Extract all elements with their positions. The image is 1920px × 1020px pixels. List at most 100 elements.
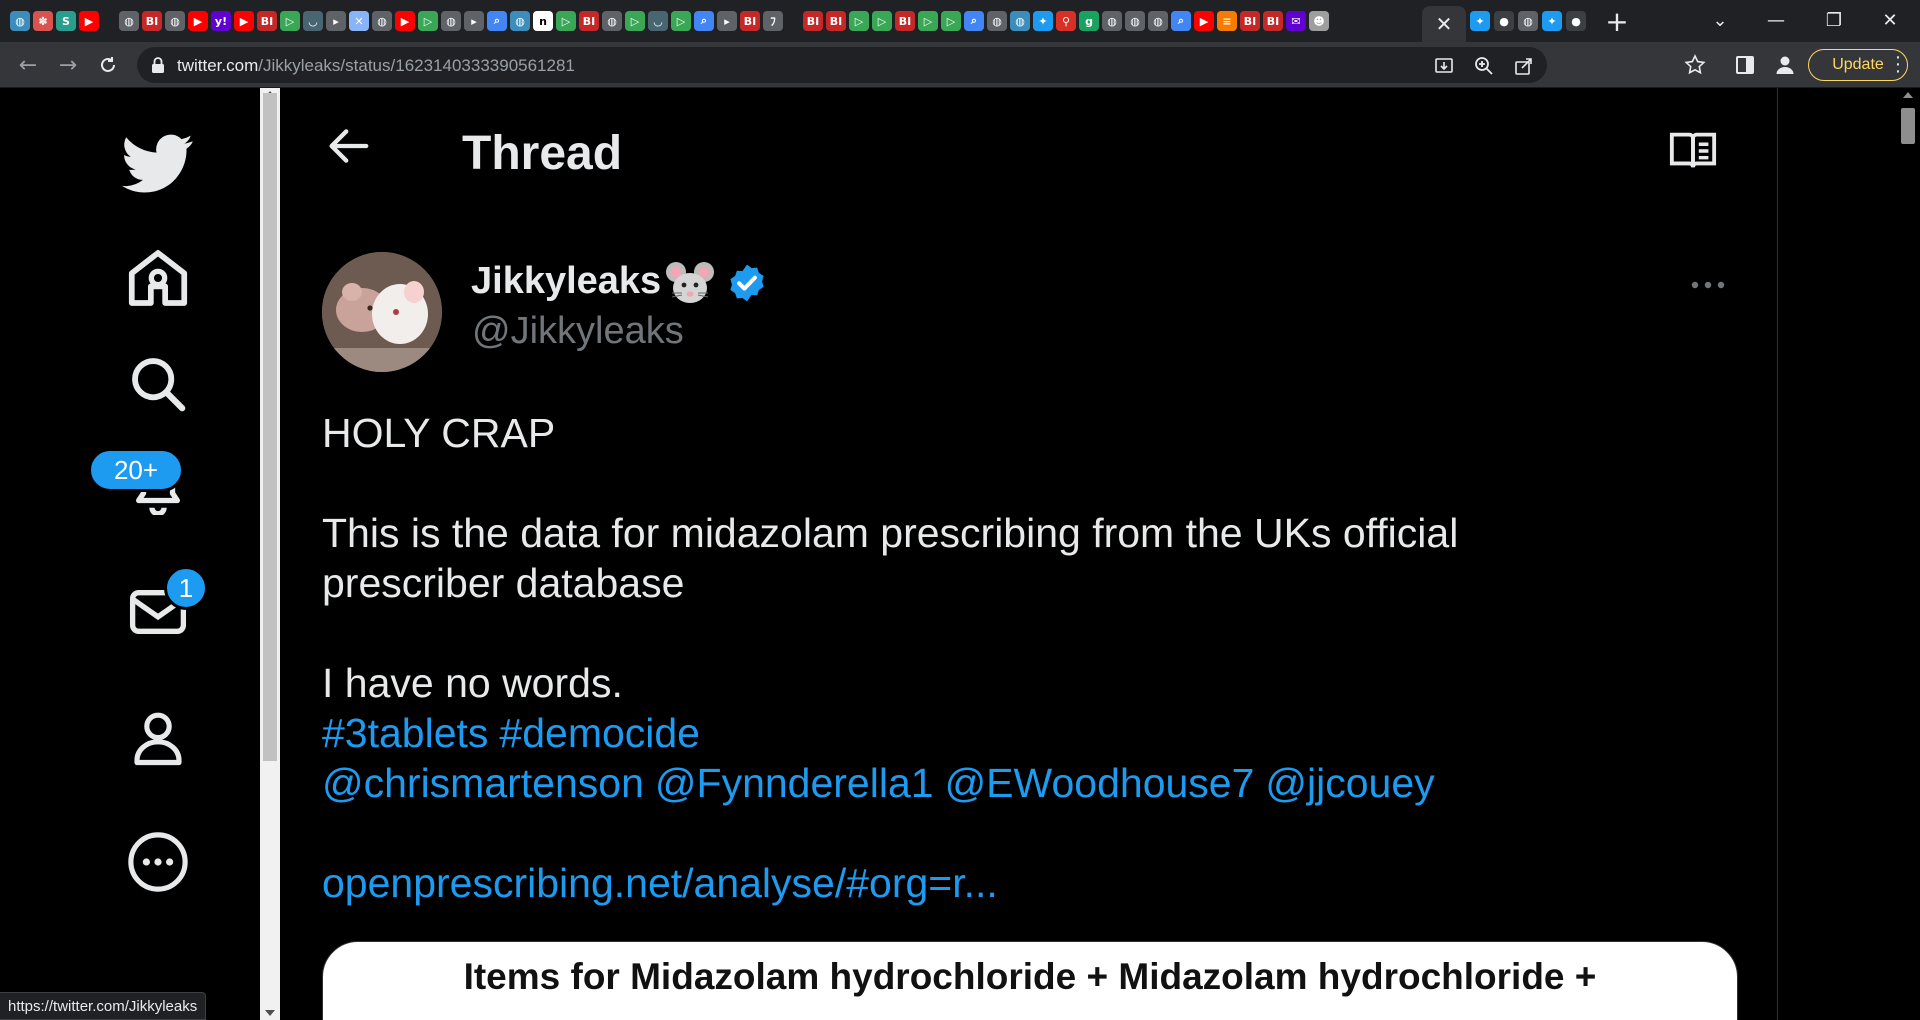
media-card[interactable]: Items for Midazolam hydrochloride + Mida…: [322, 941, 1738, 1020]
youtube-icon[interactable]: ▶: [234, 11, 254, 31]
globe-icon[interactable]: ◍: [119, 11, 139, 31]
page-scrollbar[interactable]: [1896, 88, 1920, 1020]
docs-icon[interactable]: ▸: [326, 11, 346, 31]
bi-icon[interactable]: BI: [257, 11, 277, 31]
more-options-icon[interactable]: [1688, 278, 1728, 292]
youtube-icon[interactable]: ▶: [188, 11, 208, 31]
forward-button[interactable]: →: [52, 49, 84, 81]
globe-icon[interactable]: ◍: [602, 11, 622, 31]
bi-icon[interactable]: BI: [1263, 11, 1283, 31]
restore-button[interactable]: ❐: [1814, 4, 1854, 36]
hashtag-link[interactable]: #democide: [499, 710, 700, 756]
install-app-icon[interactable]: [1433, 55, 1455, 77]
external-link[interactable]: openprescribing.net/analyse/#org=r...: [322, 860, 998, 906]
search-icon[interactable]: ⌕: [964, 11, 984, 31]
globe-icon[interactable]: ◍: [1125, 11, 1145, 31]
youtube-icon[interactable]: ▶: [79, 11, 99, 31]
bookmark-star-icon[interactable]: [1684, 54, 1706, 76]
mention-link[interactable]: @Fynnderella1: [655, 760, 934, 806]
reload-button[interactable]: [92, 49, 124, 81]
lock-icon[interactable]: [149, 56, 167, 74]
browser-menu-icon[interactable]: · · ·: [1888, 47, 1908, 81]
bi-icon[interactable]: BI: [142, 11, 162, 31]
reader-mode-icon[interactable]: [1668, 128, 1718, 172]
play-icon[interactable]: ▷: [849, 11, 869, 31]
mention-link[interactable]: @chrismartenson: [322, 760, 644, 806]
shield-icon[interactable]: ◡: [648, 11, 668, 31]
globe-icon[interactable]: ◍: [441, 11, 461, 31]
yahoo-icon[interactable]: y!: [211, 11, 231, 31]
inner-scrollbar[interactable]: [260, 88, 280, 1020]
circle-icon[interactable]: ●: [1494, 11, 1514, 31]
bi-icon[interactable]: BI: [1240, 11, 1260, 31]
stat-icon[interactable]: S: [56, 11, 76, 31]
youtube-icon[interactable]: ▶: [395, 11, 415, 31]
bi-icon[interactable]: BI: [740, 11, 760, 31]
globe-icon[interactable]: ◍: [1148, 11, 1168, 31]
page-scrollbar-thumb[interactable]: [1901, 108, 1915, 144]
author-name[interactable]: Jikkyleaks: [471, 260, 661, 303]
docs-icon[interactable]: ▸: [464, 11, 484, 31]
g-icon[interactable]: g: [1079, 11, 1099, 31]
twitter-icon[interactable]: ✦: [1542, 11, 1562, 31]
play-icon[interactable]: ▷: [625, 11, 645, 31]
docs-icon[interactable]: ▸: [717, 11, 737, 31]
search-icon[interactable]: ⌕: [487, 11, 507, 31]
mail-icon[interactable]: ✉: [1286, 11, 1306, 31]
profile-icon[interactable]: [1774, 54, 1796, 76]
globe-icon[interactable]: ◍: [1010, 11, 1030, 31]
back-button[interactable]: ←: [12, 49, 44, 81]
globe-icon[interactable]: ◍: [10, 11, 30, 31]
youtube-icon[interactable]: ▶: [1194, 11, 1214, 31]
circle-icon[interactable]: ●: [1566, 11, 1586, 31]
globe-icon[interactable]: ◍: [987, 11, 1007, 31]
inner-scrollbar-thumb[interactable]: [263, 93, 277, 761]
play-icon[interactable]: ▷: [918, 11, 938, 31]
text-icon[interactable]: ﾌ: [763, 11, 783, 31]
notifications-nav-button[interactable]: 20+: [88, 446, 198, 526]
mention-link[interactable]: @EWoodhouse7: [945, 760, 1255, 806]
share-icon[interactable]: [1513, 55, 1535, 77]
mention-link[interactable]: @jjcouey: [1265, 760, 1434, 806]
twitter-logo-icon[interactable]: [118, 124, 198, 204]
puzzle-icon[interactable]: ✕: [349, 11, 369, 31]
hashtag-link[interactable]: #3tablets: [322, 710, 488, 756]
more-nav-button[interactable]: [118, 822, 198, 902]
n-icon[interactable]: n: [533, 11, 553, 31]
paw-icon[interactable]: ✽: [33, 11, 53, 31]
bi-icon[interactable]: BI: [579, 11, 599, 31]
play-icon[interactable]: ▷: [671, 11, 691, 31]
zoom-icon[interactable]: [1473, 55, 1495, 77]
avatar-icon[interactable]: ☻: [1309, 11, 1329, 31]
bi-icon[interactable]: BI: [895, 11, 915, 31]
url-text[interactable]: twitter.com/Jikkyleaks/status/1623140333…: [177, 56, 575, 76]
globe-icon[interactable]: ◍: [165, 11, 185, 31]
explore-nav-button[interactable]: [118, 344, 198, 424]
close-tab-icon[interactable]: ✕: [1436, 12, 1453, 37]
bookmark-icon[interactable]: ≡: [1217, 11, 1237, 31]
verified-badge-icon[interactable]: [726, 262, 768, 304]
shield-icon[interactable]: ◡: [303, 11, 323, 31]
new-tab-button[interactable]: +: [1600, 5, 1634, 38]
globe-icon[interactable]: ◍: [1518, 11, 1538, 31]
scroll-down-arrow-icon[interactable]: [265, 1010, 275, 1016]
play-icon[interactable]: ▷: [872, 11, 892, 31]
active-tab[interactable]: ✕: [1422, 6, 1466, 42]
search-icon[interactable]: ⌕: [1171, 11, 1191, 31]
play-icon[interactable]: ▷: [556, 11, 576, 31]
address-bar[interactable]: twitter.com/Jikkyleaks/status/1623140333…: [137, 47, 1547, 83]
page-scroll-up-arrow-icon[interactable]: [1903, 92, 1913, 98]
play-icon[interactable]: ▷: [280, 11, 300, 31]
pin-icon[interactable]: ⚲: [1056, 11, 1076, 31]
bi-icon[interactable]: BI: [826, 11, 846, 31]
close-window-button[interactable]: ✕: [1870, 4, 1910, 36]
profile-nav-button[interactable]: [118, 698, 198, 778]
side-panel-icon[interactable]: [1734, 54, 1756, 76]
globe-icon[interactable]: ◍: [372, 11, 392, 31]
tab-search-chevron-icon[interactable]: ⌄: [1700, 4, 1740, 36]
minimize-button[interactable]: —: [1756, 4, 1796, 36]
play-icon[interactable]: ▷: [418, 11, 438, 31]
globe-icon[interactable]: ◍: [1102, 11, 1122, 31]
play-icon[interactable]: ▷: [941, 11, 961, 31]
globe-icon[interactable]: ◍: [510, 11, 530, 31]
